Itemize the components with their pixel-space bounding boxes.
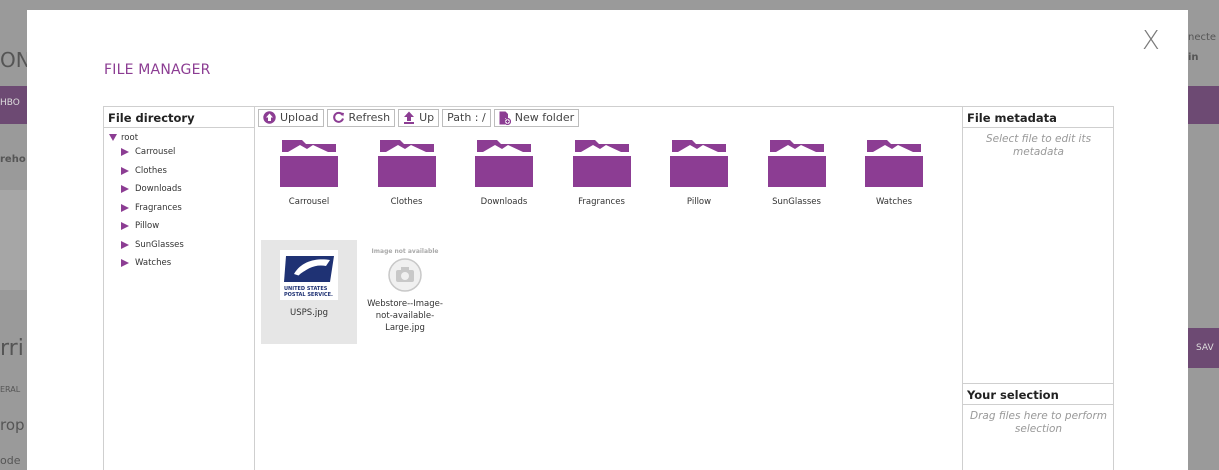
folder-icon (572, 140, 631, 187)
folder-label: Pillow (686, 197, 712, 207)
refresh-label: Refresh (348, 111, 391, 124)
modal-title: FILE MANAGER (104, 62, 211, 78)
path-label: Path : / (447, 111, 486, 124)
file-name: USPS.jpg (290, 308, 328, 318)
selection-header: Your selection (963, 384, 1114, 405)
camera-icon (388, 258, 422, 292)
collapsed-triangle-icon[interactable] (121, 203, 129, 212)
folder-icon (670, 140, 728, 187)
file-manager: File directory root Carrousel Clothes Down… (103, 106, 1114, 470)
up-arrow-icon (403, 111, 415, 124)
folder-label: Watches (875, 197, 913, 207)
folder-label: SunGlasses (772, 197, 821, 207)
background-section-title: rri (0, 336, 24, 361)
tree-item[interactable]: Fragrances (109, 199, 254, 218)
folder-item[interactable]: SunGlasses (749, 139, 845, 207)
folder-icon (767, 140, 826, 187)
background-user-text: in (1188, 52, 1199, 63)
tree-item[interactable]: Pillow (109, 217, 254, 236)
directory-panel: File directory root Carrousel Clothes Down… (104, 107, 255, 470)
tree-item-label: Fragrances (135, 202, 182, 213)
svg-text:POSTAL SERVICE.: POSTAL SERVICE. (284, 292, 333, 298)
tree-root[interactable]: root (109, 132, 254, 143)
folder-label: Downloads (480, 197, 528, 207)
metadata-panel: File metadata Select file to edit its me… (962, 107, 1114, 470)
folder-label: Fragrances (578, 197, 625, 207)
tree-item-label: Downloads (135, 184, 182, 195)
tree-items: Carrousel Clothes Downloads Fragrances Pillo… (109, 143, 254, 273)
background-brand-text: ON (0, 48, 27, 72)
folder-icon (475, 140, 533, 187)
refresh-icon (332, 111, 345, 124)
background-panel (0, 190, 27, 290)
tree-root-label: root (121, 132, 139, 143)
toolbar: Upload Refresh Up Path : / New folder (255, 107, 962, 128)
new-folder-label: New folder (514, 111, 575, 124)
metadata-hint: Select file to edit its metadata (985, 133, 1092, 158)
background-label-text: rop (0, 416, 25, 434)
folder-item[interactable]: Downloads (456, 139, 552, 207)
file-usps[interactable]: UNITED STATES POSTAL SERVICE. USPS.jpg (261, 240, 357, 344)
directory-header: File directory (104, 107, 254, 128)
tree-item-label: Pillow (135, 221, 160, 232)
expanded-triangle-icon[interactable] (109, 134, 117, 141)
usps-thumbnail: UNITED STATES POSTAL SERVICE. (261, 240, 357, 304)
file-name-line-3: Large.jpg (385, 323, 425, 333)
folder-label: Carrousel (288, 197, 330, 207)
tree-item-label: SunGlasses (135, 239, 184, 250)
close-button[interactable]: X (1142, 26, 1160, 56)
selection-panel[interactable]: Your selection Drag files here to perfor… (963, 383, 1114, 436)
folder-icon (280, 140, 338, 187)
file-grid: Carrousel Clothes Downloads Fragrances Pillo… (256, 129, 962, 470)
background-save-label: SAV (1196, 343, 1214, 353)
tree-item[interactable]: Carrousel (109, 143, 254, 162)
background-nav-text: HBO (0, 98, 20, 108)
tree-item[interactable]: Watches (109, 254, 254, 273)
folder-item[interactable]: Pillow (651, 139, 747, 207)
tree-item-label: Clothes (135, 165, 167, 176)
background-field-text: ode (0, 454, 21, 467)
tree-item[interactable]: Clothes (109, 162, 254, 181)
folder-label: Clothes (390, 197, 423, 207)
new-file-icon (499, 111, 511, 125)
folder-item[interactable]: Carrousel (261, 139, 357, 207)
metadata-header: File metadata (963, 107, 1114, 128)
new-folder-button[interactable]: New folder (493, 108, 580, 127)
file-name-line-2: not-available- (375, 311, 435, 321)
tree-item-label: Watches (135, 258, 172, 269)
refresh-button[interactable]: Refresh (326, 108, 396, 127)
file-webstore-image[interactable]: Image not available Webstore--Image- not… (357, 240, 453, 344)
upload-button[interactable]: Upload (258, 108, 324, 127)
background-status-text: necte (1188, 32, 1217, 43)
tree-item[interactable]: SunGlasses (109, 236, 254, 255)
upload-icon (263, 111, 276, 124)
folder-icon (865, 140, 923, 187)
background-heading-text: reho (0, 154, 26, 165)
collapsed-triangle-icon[interactable] (121, 148, 129, 157)
folder-item[interactable]: Watches (846, 139, 942, 207)
selection-hint: Drag files here to perform selection (969, 410, 1108, 435)
folder-icon (377, 140, 436, 187)
folder-item[interactable]: Fragrances (554, 139, 650, 207)
collapsed-triangle-icon[interactable] (121, 166, 129, 175)
collapsed-triangle-icon[interactable] (121, 185, 129, 194)
file-name-line-1: Webstore--Image- (367, 299, 443, 309)
collapsed-triangle-icon[interactable] (121, 240, 129, 249)
image-not-available-thumbnail: Image not available (357, 240, 453, 293)
collapsed-triangle-icon[interactable] (121, 259, 129, 268)
upload-label: Upload (280, 111, 319, 124)
directory-tree: root Carrousel Clothes Downloads Fragrances… (104, 128, 254, 273)
tree-item-label: Carrousel (135, 147, 176, 158)
usps-logo-icon: UNITED STATES POSTAL SERVICE. (280, 250, 338, 300)
folder-item[interactable]: Clothes (359, 139, 455, 207)
collapsed-triangle-icon[interactable] (121, 222, 129, 231)
path-display: Path : / (442, 108, 491, 127)
background-tab-text: ERAL (0, 385, 21, 394)
tree-item[interactable]: Downloads (109, 180, 254, 199)
placeholder-text: Image not available (371, 248, 439, 255)
up-button[interactable]: Up (398, 108, 440, 127)
background-nav-bar-right (1188, 86, 1219, 124)
up-label: Up (419, 111, 435, 124)
